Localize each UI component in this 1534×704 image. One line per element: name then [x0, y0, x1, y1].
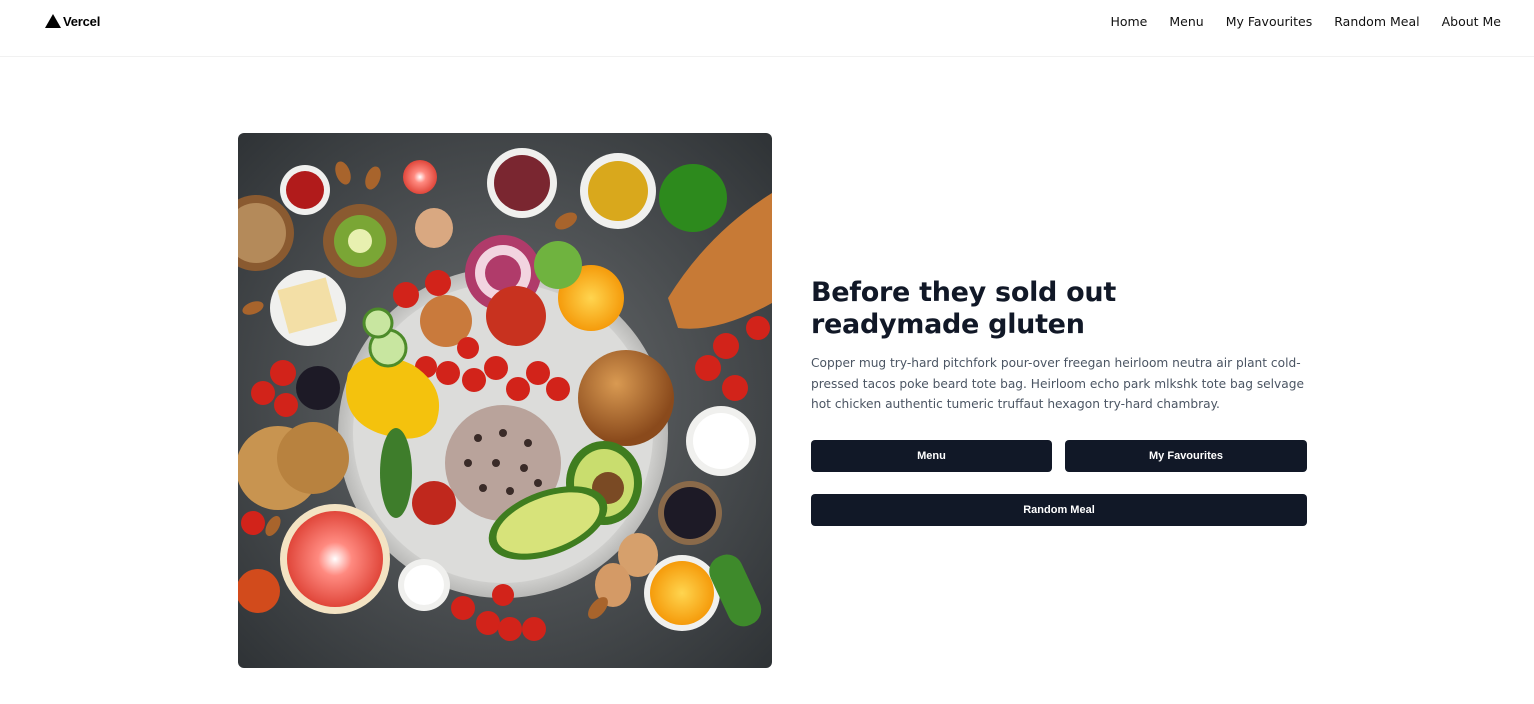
random-meal-button[interactable]: Random Meal: [811, 494, 1307, 526]
hero-description: Copper mug try-hard pitchfork pour-over …: [811, 356, 1304, 411]
my-favourites-button[interactable]: My Favourites: [1065, 440, 1307, 472]
vercel-logo-icon: [45, 14, 61, 28]
hero-title: Before they sold out readymade gluten: [811, 277, 1231, 341]
nav-home[interactable]: Home: [1110, 14, 1147, 29]
main-nav: Home Menu My Favourites Random Meal Abou…: [1110, 14, 1501, 29]
nav-about-me[interactable]: About Me: [1442, 14, 1501, 29]
hero-title-line-2: readymade gluten: [811, 309, 1085, 340]
brand-link[interactable]: Vercel: [45, 12, 100, 30]
brand-name: Vercel: [63, 13, 101, 29]
menu-button[interactable]: Menu: [811, 440, 1052, 472]
nav-menu[interactable]: Menu: [1169, 14, 1203, 29]
nav-my-favourites[interactable]: My Favourites: [1226, 14, 1313, 29]
nav-random-meal[interactable]: Random Meal: [1334, 14, 1419, 29]
hero-title-line-1: Before they sold out: [811, 277, 1116, 308]
hero-food-image: [238, 133, 772, 668]
top-navbar: Vercel Home Menu My Favourites Random Me…: [0, 0, 1534, 57]
